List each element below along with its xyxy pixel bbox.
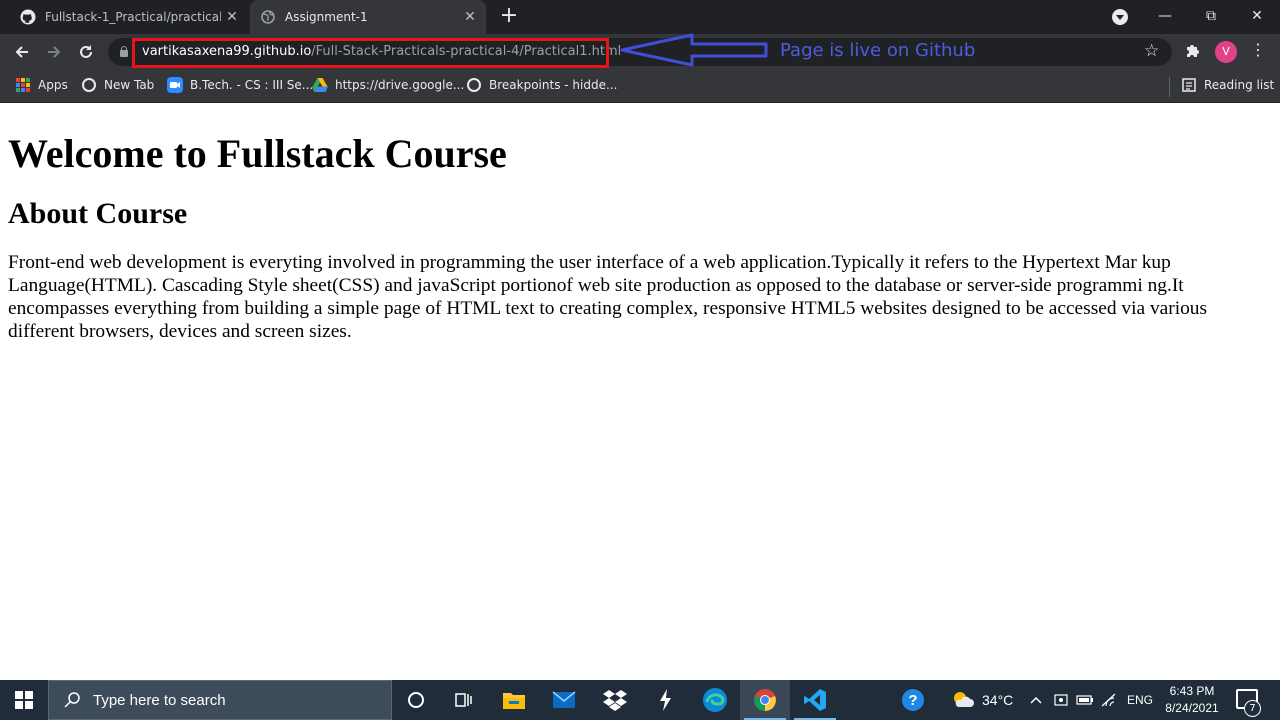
- vscode-icon[interactable]: [790, 680, 840, 720]
- bookmark-google-drive[interactable]: https://drive.google...: [312, 77, 464, 93]
- language-indicator[interactable]: ENG: [1127, 680, 1153, 720]
- tab-label: Assignment-1: [285, 10, 368, 24]
- page-content: Welcome to Fullstack Course About Course…: [8, 112, 1272, 343]
- new-tab-button[interactable]: +: [497, 5, 521, 29]
- bookmark-label: https://drive.google...: [335, 78, 465, 92]
- bookmark-star-icon[interactable]: ☆: [1144, 41, 1159, 61]
- globe-icon: [81, 77, 97, 93]
- reading-list-icon: [1181, 77, 1197, 93]
- back-arrow-icon[interactable]: [10, 40, 34, 64]
- search-placeholder: Type here to search: [93, 691, 226, 709]
- more-menu-icon[interactable]: ⋮: [1250, 40, 1266, 59]
- page-title: Welcome to Fullstack Course: [8, 131, 507, 176]
- globe-icon: [466, 77, 482, 93]
- globe-icon: [260, 9, 276, 25]
- annotation-label: Page is live on Github: [780, 40, 976, 61]
- video-icon: [167, 77, 183, 93]
- lock-icon[interactable]: [120, 46, 128, 57]
- tab-strip: Fullstack-1_Practical/practical-3.h ✕ As…: [0, 0, 1280, 34]
- minimize-button[interactable]: —: [1152, 4, 1178, 28]
- google-drive-icon: [312, 77, 328, 93]
- notification-count-badge: 7: [1244, 700, 1261, 717]
- bookmark-breakpoints[interactable]: Breakpoints - hidde...: [466, 77, 617, 93]
- bookmark-label: New Tab: [104, 78, 155, 92]
- windows-taskbar: Type here to search ? 34°C ENG 6:43 PM 8…: [0, 680, 1280, 720]
- url-highlight-box: [132, 38, 609, 68]
- bookmarks-divider: [1169, 77, 1170, 97]
- weather-sun-icon: [952, 690, 974, 711]
- reading-list-button[interactable]: Reading list: [1181, 77, 1274, 93]
- wifi-icon[interactable]: [1101, 680, 1117, 720]
- extensions-puzzle-icon[interactable]: [1185, 42, 1201, 62]
- reading-list-label: Reading list: [1204, 78, 1275, 92]
- svg-text:?: ?: [908, 692, 917, 709]
- chrome-icon[interactable]: [740, 680, 790, 720]
- meet-now-icon[interactable]: [1054, 680, 1068, 720]
- app-icon[interactable]: [640, 680, 690, 720]
- search-icon: [63, 691, 81, 709]
- bookmark-label: B.Tech. - CS : III Se...: [190, 78, 314, 92]
- task-view-icon[interactable]: [438, 680, 488, 720]
- profile-avatar[interactable]: V: [1215, 41, 1237, 63]
- mail-icon[interactable]: [539, 680, 589, 720]
- tab-github-practical[interactable]: Fullstack-1_Practical/practical-3.h ✕: [12, 0, 248, 34]
- apps-grid-icon: [15, 77, 31, 93]
- cortana-icon[interactable]: [391, 680, 441, 720]
- bookmark-label: Apps: [38, 78, 68, 92]
- reload-icon[interactable]: [74, 40, 98, 64]
- weather-widget[interactable]: 34°C: [952, 680, 1013, 720]
- close-tab-icon[interactable]: ✕: [224, 9, 240, 25]
- clock-time: 6:43 PM: [1169, 684, 1215, 698]
- bookmark-label: Breakpoints - hidde...: [489, 78, 618, 92]
- clock-date: 8/24/2021: [1165, 701, 1219, 715]
- close-tab-icon[interactable]: ✕: [462, 9, 478, 25]
- tab-assignment-1[interactable]: Assignment-1 ✕: [250, 0, 486, 34]
- restore-button[interactable]: ⧉: [1198, 4, 1224, 28]
- file-explorer-icon[interactable]: [489, 680, 539, 720]
- taskbar-search-box[interactable]: Type here to search: [48, 680, 392, 720]
- section-heading: About Course: [8, 197, 188, 230]
- help-icon[interactable]: ?: [888, 680, 938, 720]
- course-description: Front-end web development is everyting i…: [8, 252, 1208, 342]
- bookmark-apps[interactable]: Apps: [15, 77, 68, 93]
- tab-search-icon[interactable]: [1112, 9, 1128, 25]
- show-hidden-icons-chevron-icon[interactable]: [1030, 680, 1042, 720]
- battery-icon[interactable]: [1076, 680, 1094, 720]
- system-clock[interactable]: 6:43 PM 8/24/2021: [1156, 683, 1228, 717]
- github-icon: [20, 9, 36, 25]
- edge-icon[interactable]: [690, 680, 740, 720]
- dropbox-icon[interactable]: [590, 680, 640, 720]
- bookmark-new-tab[interactable]: New Tab: [81, 77, 154, 93]
- close-window-button[interactable]: ✕: [1244, 4, 1270, 28]
- tab-label: Fullstack-1_Practical/practical-3.h: [45, 10, 221, 24]
- windows-start-icon[interactable]: [0, 680, 48, 720]
- bookmark-btech-cs[interactable]: B.Tech. - CS : III Se...: [167, 77, 313, 93]
- annotation-arrow-icon: [620, 33, 768, 67]
- weather-temperature: 34°C: [982, 692, 1014, 708]
- forward-arrow-icon[interactable]: [42, 40, 66, 64]
